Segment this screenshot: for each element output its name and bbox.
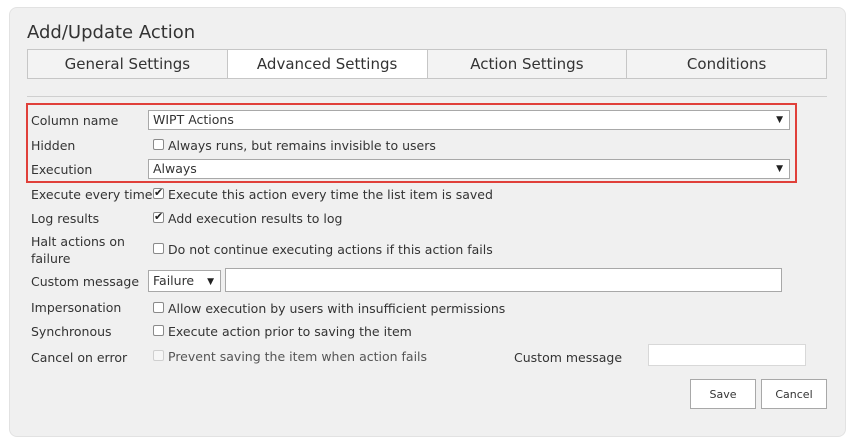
tab-advanced-settings[interactable]: Advanced Settings xyxy=(226,49,428,79)
custom-message-input[interactable] xyxy=(225,268,782,292)
cancel-on-error-checkbox[interactable] xyxy=(153,350,164,361)
halt-actions-label-line1: Halt actions on xyxy=(31,234,125,249)
cancel-button[interactable]: Cancel xyxy=(761,379,827,409)
cancel-custom-message-label: Custom message xyxy=(514,350,623,365)
execute-every-time-checkbox[interactable] xyxy=(153,186,164,199)
highlight-box xyxy=(26,103,797,183)
halt-actions-option-text: Do not continue executing actions if thi… xyxy=(168,242,493,257)
dialog-title: Add/Update Action xyxy=(27,22,196,43)
tab-divider xyxy=(27,96,827,97)
log-results-checkbox[interactable] xyxy=(153,210,164,223)
cancel-on-error-label: Cancel on error xyxy=(31,350,128,365)
log-results-label: Log results xyxy=(31,211,100,226)
tab-bar: General Settings Advanced Settings Actio… xyxy=(27,49,827,79)
cancel-custom-message-input[interactable] xyxy=(648,344,806,366)
custom-message-type-value: Failure xyxy=(153,273,195,288)
halt-actions-checkbox[interactable] xyxy=(153,243,164,254)
impersonation-label: Impersonation xyxy=(31,300,122,315)
log-results-option-text: Add execution results to log xyxy=(168,211,343,226)
save-button[interactable]: Save xyxy=(690,379,756,409)
tab-general-settings[interactable]: General Settings xyxy=(27,49,228,79)
halt-actions-label-line2: failure xyxy=(31,251,71,266)
synchronous-checkbox[interactable] xyxy=(153,325,164,336)
tab-conditions[interactable]: Conditions xyxy=(626,49,827,79)
cancel-on-error-option-text: Prevent saving the item when action fail… xyxy=(168,349,428,364)
execute-every-time-option-text: Execute this action every time the list … xyxy=(168,187,493,202)
impersonation-checkbox[interactable] xyxy=(153,302,164,313)
synchronous-option-text: Execute action prior to saving the item xyxy=(168,324,412,339)
custom-message-type-select[interactable]: Failure ▼ xyxy=(148,270,221,292)
custom-message-label: Custom message xyxy=(31,274,140,289)
chevron-down-icon: ▼ xyxy=(207,277,214,287)
impersonation-option-text: Allow execution by users with insufficie… xyxy=(168,301,506,316)
synchronous-label: Synchronous xyxy=(31,324,112,339)
tab-action-settings[interactable]: Action Settings xyxy=(426,49,628,79)
execute-every-time-label: Execute every time xyxy=(31,187,153,202)
